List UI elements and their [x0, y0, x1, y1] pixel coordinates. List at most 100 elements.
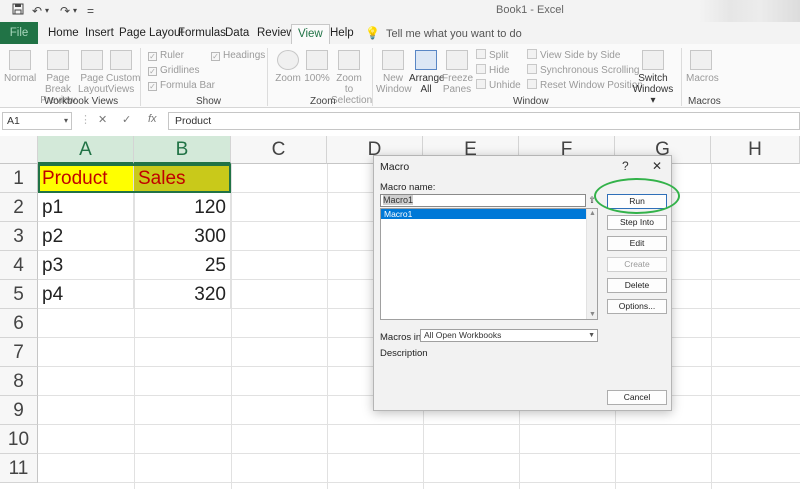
tell-me-label: Tell me what you want to do: [385, 28, 522, 40]
select-all-corner[interactable]: [0, 136, 38, 164]
tab-formulas[interactable]: Formulas: [178, 22, 226, 44]
divider-dots: ⋮: [80, 114, 91, 126]
row-header-9[interactable]: 9: [0, 396, 38, 425]
scroll-down-icon[interactable]: ▼: [589, 311, 596, 318]
column-header-c[interactable]: C: [231, 136, 327, 164]
row-header-7[interactable]: 7: [0, 338, 38, 367]
cell-a2[interactable]: p1: [38, 193, 134, 222]
cell-b4[interactable]: 25: [134, 251, 231, 280]
undo-dropdown-icon[interactable]: ▾: [45, 3, 49, 19]
dialog-title: Macro: [380, 161, 410, 173]
new-window-button[interactable]: New Window: [376, 50, 412, 95]
custom-views-button[interactable]: Custom Views: [106, 50, 140, 95]
macros-in-select[interactable]: All Open Workbooks ▼: [420, 329, 598, 342]
edit-button[interactable]: Edit: [607, 236, 667, 251]
step-into-button[interactable]: Step Into: [607, 215, 667, 230]
zoom-to-selection-button[interactable]: Zoom to Selection: [331, 50, 372, 106]
reset-position-icon: [527, 79, 537, 89]
create-button[interactable]: Create: [607, 257, 667, 272]
unhide-icon: [476, 79, 486, 89]
reset-window-position-button[interactable]: Reset Window Position: [527, 79, 643, 93]
scroll-up-icon[interactable]: ▲: [589, 210, 596, 217]
synchronous-scrolling-button[interactable]: Synchronous Scrolling: [527, 64, 640, 78]
enter-icon[interactable]: ✓: [122, 113, 131, 126]
cell-b2[interactable]: 120: [134, 193, 231, 222]
tab-help[interactable]: Help: [330, 22, 354, 44]
save-icon[interactable]: [12, 3, 24, 19]
cell-a4[interactable]: p3: [38, 251, 134, 280]
tab-review[interactable]: Review: [257, 22, 295, 44]
delete-button[interactable]: Delete: [607, 278, 667, 293]
row-header-5[interactable]: 5: [0, 280, 38, 309]
view-side-by-side-button[interactable]: View Side by Side: [527, 49, 620, 63]
formula-input[interactable]: Product: [168, 112, 800, 130]
chevron-down-icon: ▾: [650, 95, 656, 106]
magnifier-icon: [277, 50, 299, 70]
insert-function-icon[interactable]: fx: [148, 113, 157, 125]
zoom-100-button[interactable]: 100%: [303, 50, 331, 84]
tab-view[interactable]: View: [291, 24, 330, 44]
tab-insert[interactable]: Insert: [85, 22, 114, 44]
row-header-6[interactable]: 6: [0, 309, 38, 338]
tab-home[interactable]: Home: [48, 22, 79, 44]
tab-file[interactable]: File: [0, 22, 38, 44]
row-header-8[interactable]: 8: [0, 367, 38, 396]
ruler-checkbox[interactable]: ✓ Ruler: [148, 49, 184, 63]
column-header-b[interactable]: B: [134, 136, 231, 164]
close-icon[interactable]: ✕: [652, 159, 662, 173]
sync-scroll-icon: [527, 64, 537, 74]
macros-icon: [690, 50, 712, 70]
macros-button[interactable]: Macros: [686, 50, 719, 84]
options-button[interactable]: Options...: [607, 299, 667, 314]
zoom-button[interactable]: Zoom: [274, 50, 302, 84]
redo-dropdown-icon[interactable]: ▾: [73, 3, 77, 19]
window-title: Book1 - Excel: [496, 4, 564, 16]
group-label-zoom: Zoom: [310, 96, 336, 107]
cell-a3[interactable]: p2: [38, 222, 134, 251]
cell-b3[interactable]: 300: [134, 222, 231, 251]
column-header-a[interactable]: A: [38, 136, 134, 164]
unhide-button[interactable]: Unhide: [476, 79, 521, 93]
headings-checkbox[interactable]: ✓ Headings: [211, 49, 265, 63]
scrollbar[interactable]: ▲ ▼: [586, 209, 597, 319]
redo-icon[interactable]: ↷: [60, 3, 70, 19]
group-label-macros: Macros: [688, 96, 721, 107]
formula-bar-checkbox[interactable]: ✓ Formula Bar: [148, 79, 215, 93]
group-label-window: Window: [513, 96, 549, 107]
cancel-icon[interactable]: ✕: [98, 113, 107, 126]
customize-qa-toolbar[interactable]: =: [87, 3, 94, 19]
freeze-panes-icon: [446, 50, 468, 70]
freeze-panes-button[interactable]: Freeze Panes: [442, 50, 473, 95]
macro-list[interactable]: Macro1 ▲ ▼: [380, 208, 598, 320]
chevron-down-icon: ▾: [63, 116, 68, 125]
description-label: Description: [380, 348, 428, 359]
cancel-button[interactable]: Cancel: [607, 390, 667, 405]
column-header-h[interactable]: H: [711, 136, 800, 164]
row-header-3[interactable]: 3: [0, 222, 38, 251]
tab-page-layout[interactable]: Page Layout: [119, 22, 184, 44]
undo-icon[interactable]: ↶: [32, 3, 42, 19]
cell-b5[interactable]: 320: [134, 280, 231, 309]
row-header-2[interactable]: 2: [0, 193, 38, 222]
row-header-11[interactable]: 11: [0, 454, 38, 483]
group-label-show: Show: [196, 96, 222, 107]
hide-button[interactable]: Hide: [476, 64, 510, 78]
row-header-10[interactable]: 10: [0, 425, 38, 454]
cell-a5[interactable]: p4: [38, 280, 134, 309]
name-box[interactable]: A1 ▾: [2, 112, 72, 130]
split-button[interactable]: Split: [476, 49, 508, 63]
macro-name-input[interactable]: Macro1: [380, 194, 586, 207]
divider: [140, 48, 141, 106]
switch-windows-button[interactable]: Switch Windows ▾: [630, 50, 676, 106]
tab-data[interactable]: Data: [225, 22, 249, 44]
tell-me-search[interactable]: 💡 Tell me what you want to do: [365, 22, 522, 44]
hide-icon: [476, 64, 486, 74]
gridlines-checkbox[interactable]: ✓ Gridlines: [148, 64, 199, 78]
page-layout-view-button[interactable]: Page Layout: [78, 50, 108, 95]
normal-view-button[interactable]: Normal: [4, 50, 36, 84]
list-item[interactable]: Macro1: [381, 209, 587, 219]
arrange-all-button[interactable]: Arrange All: [409, 50, 445, 95]
row-header-4[interactable]: 4: [0, 251, 38, 280]
row-header-1[interactable]: 1: [0, 164, 38, 193]
help-icon[interactable]: ?: [622, 159, 629, 173]
